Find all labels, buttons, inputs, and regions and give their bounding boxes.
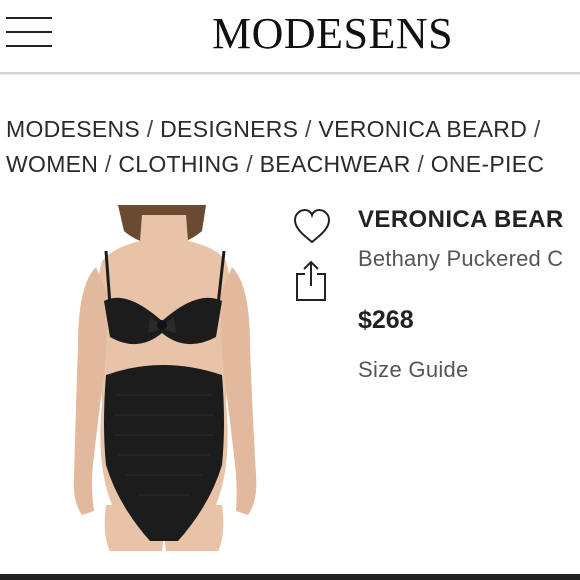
breadcrumb-item-designers[interactable]: DESIGNERS bbox=[160, 116, 298, 142]
breadcrumb-item-clothing[interactable]: CLOTHING bbox=[118, 151, 239, 177]
breadcrumb: MODESENS / DESIGNERS / VERONICA BEARD / … bbox=[6, 112, 580, 182]
bottom-bar bbox=[0, 574, 580, 580]
breadcrumb-line-2: WOMEN / CLOTHING / BEACHWEAR / ONE-PIEC bbox=[6, 147, 580, 182]
size-guide-link[interactable]: Size Guide bbox=[358, 357, 469, 383]
breadcrumb-item-one-piece[interactable]: ONE-PIEC bbox=[431, 151, 545, 177]
site-logo[interactable]: MODESENS bbox=[212, 10, 453, 58]
breadcrumb-separator: / bbox=[305, 116, 319, 142]
product-name: Bethany Puckered C bbox=[358, 246, 564, 271]
breadcrumb-separator: / bbox=[246, 151, 260, 177]
breadcrumb-item-beachwear[interactable]: BEACHWEAR bbox=[260, 151, 411, 177]
product-price: $268 bbox=[358, 306, 414, 334]
product-brand[interactable]: VERONICA BEAR bbox=[358, 206, 564, 234]
share-icon[interactable] bbox=[294, 260, 328, 302]
header-divider bbox=[0, 72, 580, 75]
breadcrumb-separator: / bbox=[104, 151, 119, 177]
hamburger-menu-icon[interactable] bbox=[6, 17, 52, 47]
top-header: MODESENS bbox=[0, 0, 580, 72]
breadcrumb-item-women[interactable]: WOMEN bbox=[6, 151, 98, 177]
breadcrumb-separator: / bbox=[417, 151, 431, 177]
breadcrumb-separator: / bbox=[146, 116, 161, 142]
breadcrumb-separator: / bbox=[533, 116, 541, 142]
breadcrumb-line-1: MODESENS / DESIGNERS / VERONICA BEARD / bbox=[6, 112, 580, 147]
heart-icon[interactable] bbox=[292, 208, 332, 246]
breadcrumb-item-modesens[interactable]: MODESENS bbox=[6, 116, 140, 142]
breadcrumb-item-veronica-beard[interactable]: VERONICA BEARD bbox=[318, 116, 527, 142]
swimsuit-illustration bbox=[73, 205, 257, 551]
product-image[interactable] bbox=[66, 205, 262, 551]
